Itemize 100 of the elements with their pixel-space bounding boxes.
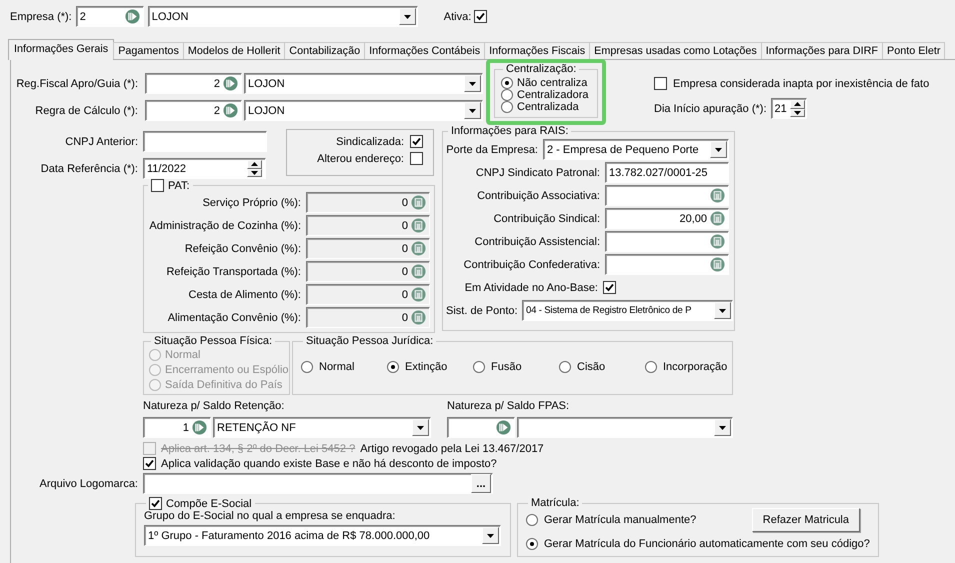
- field-label: Porte da Empresa:: [446, 144, 539, 156]
- lookup-icon[interactable]: [192, 420, 207, 435]
- lookup-icon[interactable]: [496, 420, 511, 435]
- dropdown-button[interactable]: [412, 419, 429, 436]
- dropdown-button[interactable]: [482, 527, 499, 544]
- field-label: Em Atividade no Ano-Base:: [464, 282, 599, 294]
- code-field[interactable]: 2: [76, 6, 144, 27]
- tab[interactable]: Informações para DIRF: [760, 42, 883, 59]
- spin-field[interactable]: 11/2022: [143, 158, 266, 179]
- tab[interactable]: Informações Fiscais: [484, 42, 590, 59]
- dropdown-button[interactable]: [714, 302, 731, 319]
- text-field[interactable]: 13.782.027/0001-25: [605, 162, 729, 183]
- spin-up-button[interactable]: [790, 100, 805, 108]
- calculator-icon[interactable]: [411, 218, 426, 233]
- dropdown[interactable]: LOJON: [148, 6, 418, 27]
- calculator-icon[interactable]: [411, 241, 426, 256]
- calculator-icon[interactable]: [411, 264, 426, 279]
- dropdown[interactable]: 2 - Empresa de Pequeno Porte: [543, 139, 729, 160]
- checkbox[interactable]: [151, 179, 164, 192]
- caret-icon: [404, 14, 411, 18]
- calculator-icon[interactable]: [710, 188, 725, 203]
- group-title: Matrícula:: [531, 497, 580, 509]
- radio-button[interactable]: [501, 101, 513, 113]
- checkbox[interactable]: [143, 457, 156, 470]
- radio-button[interactable]: [501, 89, 513, 101]
- browse-button[interactable]: ...: [471, 474, 491, 493]
- checkbox[interactable]: [410, 135, 423, 148]
- dropdown-button[interactable]: [464, 75, 481, 92]
- code-field[interactable]: 2: [145, 73, 242, 94]
- radio-button[interactable]: [473, 361, 485, 373]
- label: Natureza p/ Saldo Retenção:: [143, 400, 286, 412]
- spin-up-button[interactable]: [247, 160, 262, 168]
- label: Alterou endereço:: [317, 152, 404, 164]
- code-field[interactable]: 1: [143, 417, 211, 438]
- number-field[interactable]: 0: [306, 238, 430, 259]
- checkbox[interactable]: [654, 77, 667, 90]
- tab[interactable]: Ponto Eletr: [882, 42, 946, 59]
- lookup-icon[interactable]: [223, 103, 238, 118]
- dropdown[interactable]: [517, 417, 733, 438]
- dropdown[interactable]: 1º Grupo - Faturamento 2016 acima de R$ 78.000.000,00: [144, 525, 501, 546]
- radio-button[interactable]: [301, 361, 313, 373]
- calculator-icon[interactable]: [411, 287, 426, 302]
- radio-button[interactable]: [645, 361, 657, 373]
- dropdown[interactable]: RETENÇÃO NF: [213, 417, 431, 438]
- calculator-icon[interactable]: [710, 257, 725, 272]
- radio-button[interactable]: [501, 77, 513, 89]
- dropdown[interactable]: LOJON: [244, 73, 483, 94]
- calculator-icon[interactable]: [710, 234, 725, 249]
- checkbox-label: Aplica validação quando existe Base e não há desconto de imposto?: [161, 458, 497, 470]
- number-field[interactable]: 20,00: [605, 208, 729, 229]
- checkbox[interactable]: [603, 281, 616, 294]
- calculator-icon[interactable]: [411, 195, 426, 210]
- checkbox[interactable]: [474, 10, 488, 23]
- tab[interactable]: Informações Gerais: [8, 39, 114, 60]
- radio-button[interactable]: [559, 361, 571, 373]
- number-field[interactable]: [605, 254, 729, 275]
- number-field[interactable]: [605, 185, 729, 206]
- label: Cisão: [577, 361, 606, 373]
- code-field[interactable]: 2: [145, 100, 242, 121]
- number-field[interactable]: 0: [306, 307, 430, 328]
- spin-field[interactable]: 21: [770, 98, 806, 119]
- lookup-icon[interactable]: [124, 9, 140, 24]
- tab[interactable]: Contabilização: [284, 42, 366, 59]
- number-field[interactable]: 0: [306, 215, 430, 236]
- field-label: Contribuição Assistencial:: [474, 236, 601, 248]
- radio-button[interactable]: [526, 538, 538, 550]
- label: Gerar Matrícula do Funcionário automaticamente com seu código?: [544, 538, 870, 550]
- number-field[interactable]: 0: [306, 192, 430, 213]
- checkbox[interactable]: [410, 152, 423, 165]
- refazer-button[interactable]: Refazer Matricula: [752, 508, 860, 532]
- lookup-icon[interactable]: [223, 76, 238, 91]
- group-title: Compõe E-Social: [166, 498, 252, 510]
- number-field[interactable]: [605, 231, 729, 252]
- label: Saída Definitiva do País: [165, 378, 282, 390]
- dropdown-button[interactable]: [464, 102, 481, 119]
- dropdown-button[interactable]: [398, 8, 416, 25]
- checkbox[interactable]: [149, 497, 162, 510]
- calculator-icon[interactable]: [710, 211, 725, 226]
- radio-button[interactable]: [387, 361, 399, 373]
- field-label: Sist. de Ponto:: [446, 304, 519, 316]
- label: Centralizadora: [517, 89, 589, 101]
- tab[interactable]: Pagamentos: [113, 42, 184, 59]
- text-field[interactable]: [143, 131, 267, 152]
- number-field[interactable]: 0: [306, 284, 430, 305]
- caret-icon: [487, 534, 494, 538]
- number-field[interactable]: 0: [306, 261, 430, 282]
- radio-button[interactable]: [526, 514, 538, 526]
- dropdown-button[interactable]: [710, 141, 727, 158]
- code-field[interactable]: [447, 417, 515, 438]
- caret-icon: [715, 148, 722, 152]
- dropdown-button[interactable]: [714, 419, 731, 436]
- checkbox-label: Aplica art. 134, § 2º do Decr. Lei 5452 ?: [161, 442, 356, 454]
- label: Empresa (*):: [10, 10, 72, 22]
- tab[interactable]: Informações Contábeis: [364, 42, 486, 59]
- dropdown[interactable]: 04 - Sistema de Registro Eletrônico de P: [522, 300, 733, 321]
- calculator-icon[interactable]: [411, 310, 426, 325]
- field-label: Contribuição Confederativa:: [462, 258, 601, 270]
- tab[interactable]: Empresas usadas como Lotações: [589, 42, 762, 59]
- dropdown[interactable]: LOJON: [244, 100, 483, 121]
- file-field[interactable]: ...: [143, 473, 493, 494]
